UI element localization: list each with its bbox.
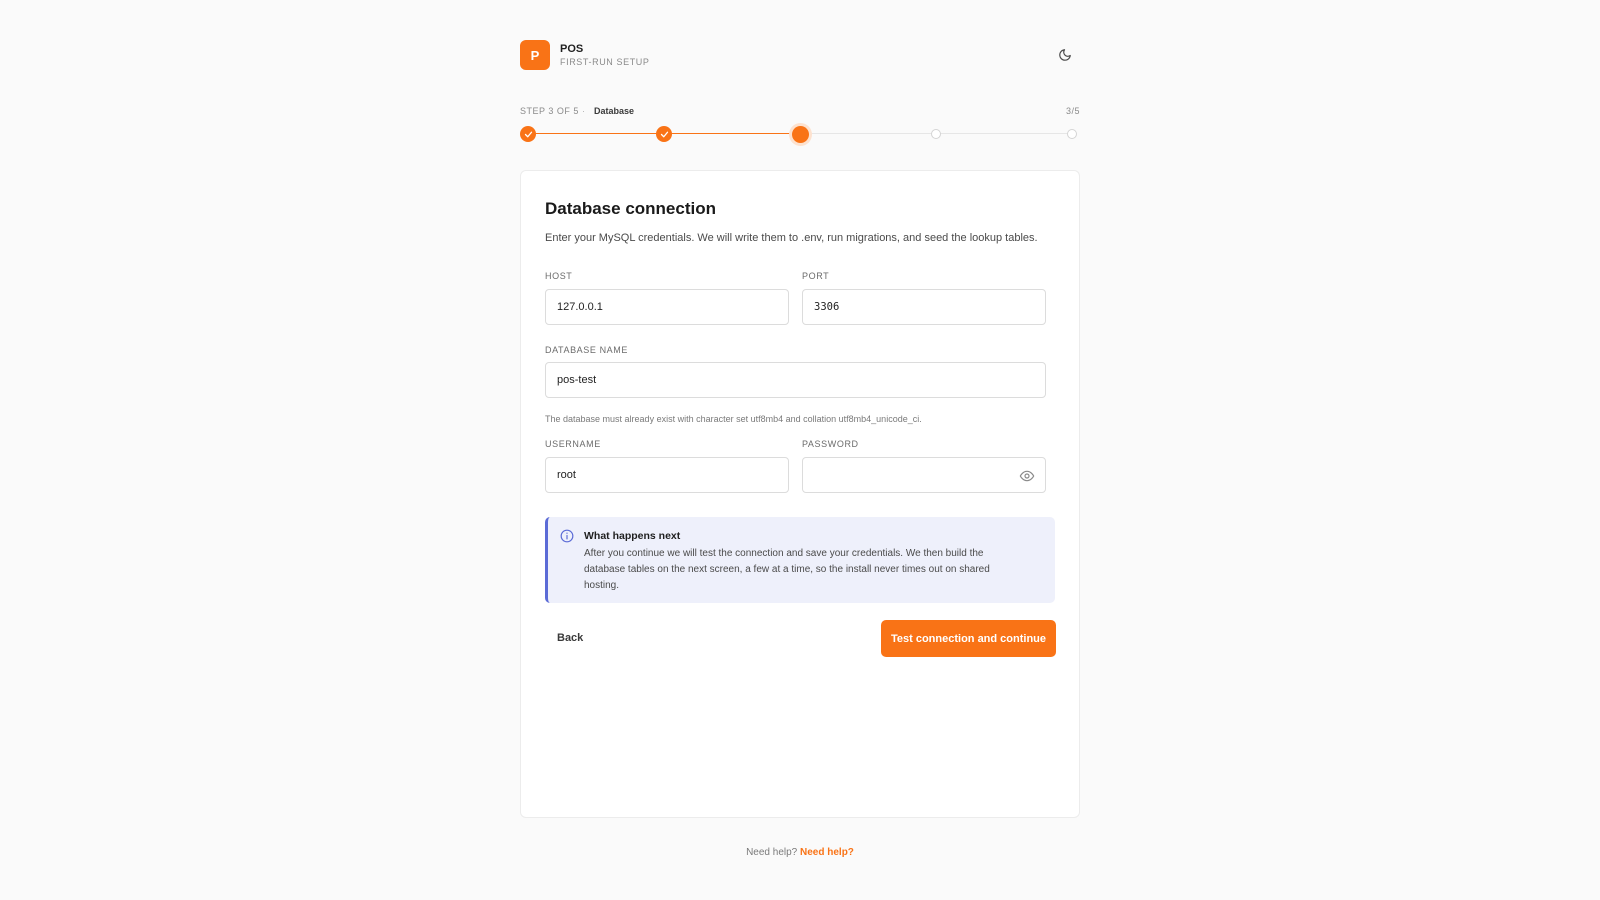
database-card: Database connection Enter your MySQL cre… [520, 170, 1080, 818]
database-name-input[interactable]: pos-test [545, 362, 1046, 398]
step-connector [800, 133, 936, 134]
info-text: After you continue we will test the conn… [584, 548, 990, 591]
step-connector [936, 133, 1072, 134]
app-name: POS [560, 43, 584, 55]
port-input[interactable]: 3306 [802, 289, 1046, 325]
step-connector [664, 133, 800, 134]
step-count: STEP 3 OF 5 [520, 106, 579, 116]
current-step-name: Database [594, 106, 635, 116]
info-title: What happens next [584, 530, 681, 542]
step-pending [931, 129, 941, 139]
password-input[interactable] [802, 457, 1046, 493]
database-name-hint: The database must already exist with cha… [545, 414, 922, 424]
step-complete [520, 126, 536, 142]
host-input[interactable]: 127.0.0.1 [545, 289, 789, 325]
password-label: PASSWORD [802, 439, 859, 449]
card-title: Database connection [545, 199, 716, 218]
app-subtitle: FIRST-RUN SETUP [560, 57, 650, 67]
step-complete [656, 126, 672, 142]
eye-icon[interactable] [1019, 468, 1035, 484]
info-icon [560, 529, 574, 543]
check-icon [524, 131, 532, 137]
port-label: PORT [802, 271, 830, 281]
step-ratio: 3/5 [1065, 106, 1080, 116]
check-icon [660, 131, 668, 137]
moon-icon [1059, 49, 1071, 61]
step-connector [528, 133, 664, 134]
help-link[interactable]: Need help? [800, 847, 854, 858]
step-pending [1067, 129, 1077, 139]
back-button[interactable]: Back [545, 620, 595, 656]
info-callout: What happens next After you continue we … [545, 517, 1055, 603]
card-description: Enter your MySQL credentials. We will wr… [545, 232, 1038, 244]
progress-stepper [520, 125, 1080, 143]
host-label: HOST [545, 271, 573, 281]
app-logo: P [520, 40, 550, 70]
test-connection-button[interactable]: Test connection and continue [881, 620, 1056, 657]
help-footer: Need help? Need help? [520, 847, 1080, 858]
app-header: P POS FIRST-RUN SETUP [520, 40, 1080, 70]
database-name-label: DATABASE NAME [545, 345, 628, 355]
step-separator: · [582, 106, 585, 116]
username-label: USERNAME [545, 439, 601, 449]
step-current [791, 125, 809, 143]
step-meta: STEP 3 OF 5 · Database 3/5 [520, 106, 1080, 118]
username-input[interactable]: root [545, 457, 789, 493]
theme-toggle-button[interactable] [1054, 44, 1076, 66]
help-prefix: Need help? [746, 847, 798, 858]
